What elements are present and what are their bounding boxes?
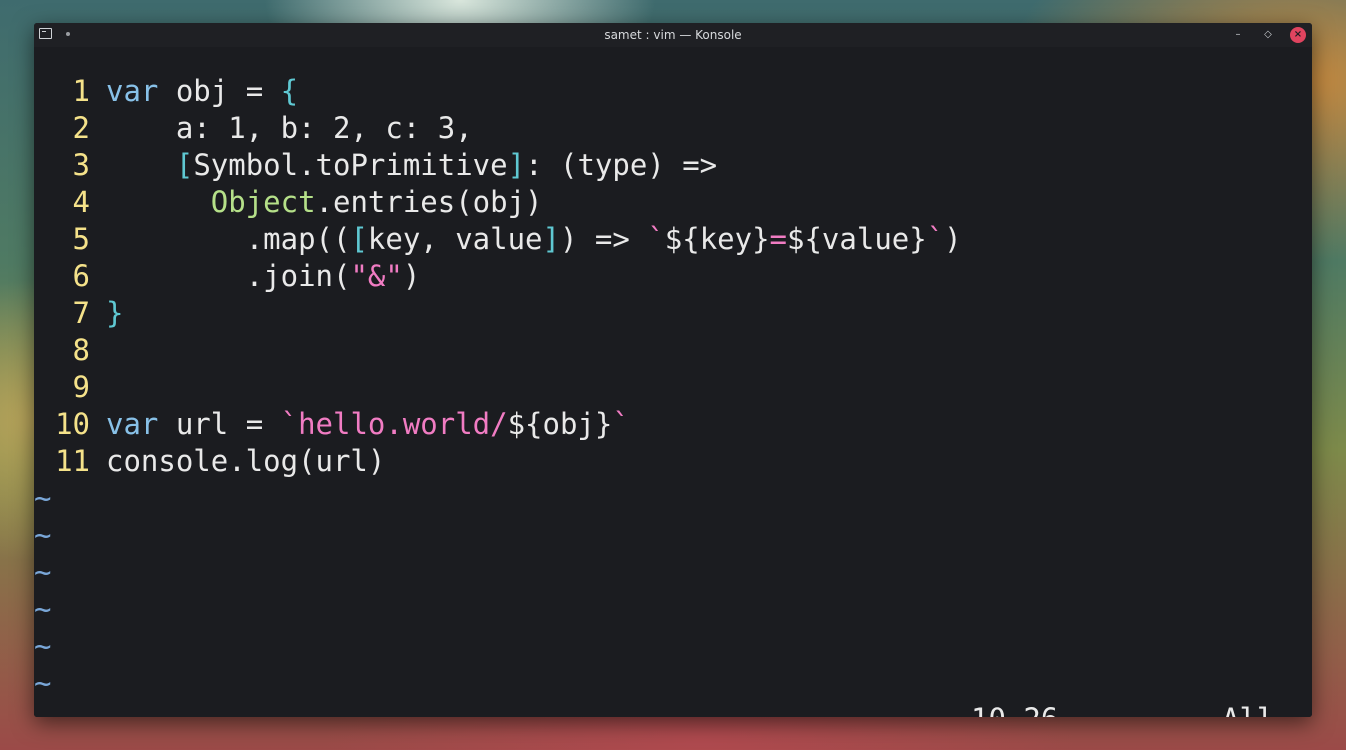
empty-line-marker: ~ xyxy=(34,480,54,517)
tilde-marker: ~ xyxy=(34,555,52,589)
window-title: samet : vim — Konsole xyxy=(604,28,742,42)
line-number: 1 xyxy=(72,74,90,108)
template-tick: ` xyxy=(926,222,945,256)
code-line: 8 xyxy=(34,332,106,369)
code-line: 1 var obj = { xyxy=(34,73,299,110)
code-line: 5 .map(([key, value]) => `${key}=${value… xyxy=(34,221,962,258)
code-text: .entries(obj) xyxy=(315,185,543,219)
string-text: = xyxy=(769,222,788,256)
code-line: 9 xyxy=(34,369,106,406)
bracket: ] xyxy=(542,222,560,256)
code-text: console.log(url) xyxy=(106,444,386,478)
code-text: a: 1, b: 2, c: 3, xyxy=(106,111,473,145)
code-text: ) xyxy=(402,259,421,293)
code-text: url = xyxy=(158,407,281,441)
code-line: 2 a: 1, b: 2, c: 3, xyxy=(34,110,473,147)
terminal-area[interactable]: 1 var obj = { 2 a: 1, b: 2, c: 3, 3 [Symb… xyxy=(34,47,1312,717)
interpolation: ${value} xyxy=(787,222,927,256)
empty-line-marker: ~ xyxy=(34,665,54,702)
tilde-marker: ~ xyxy=(34,666,52,700)
string-literal: "&" xyxy=(350,259,403,293)
empty-line-marker: ~ xyxy=(34,591,54,628)
code-line: 4 Object.entries(obj) xyxy=(34,184,543,221)
bracket: [ xyxy=(350,222,368,256)
line-number: 7 xyxy=(72,296,90,330)
keyword: var xyxy=(106,407,159,441)
code-line: 6 .join("&") xyxy=(34,258,421,295)
tilde-marker: ~ xyxy=(34,481,52,515)
close-button[interactable]: × xyxy=(1290,27,1306,43)
code-line: 3 [Symbol.toPrimitive]: (type) => xyxy=(34,147,718,184)
tilde-marker: ~ xyxy=(34,629,52,663)
line-number: 2 xyxy=(72,111,90,145)
code-text: ) xyxy=(944,222,962,256)
code-text: key, value xyxy=(367,222,543,256)
line-number: 3 xyxy=(72,148,90,182)
line-number: 10 xyxy=(55,407,90,441)
tilde-marker: ~ xyxy=(34,518,52,552)
brace: } xyxy=(106,296,124,330)
maximize-button[interactable]: ◇ xyxy=(1260,27,1276,43)
code-text: .map(( xyxy=(245,222,351,256)
titlebar-buttons: – ◇ × xyxy=(1230,27,1306,43)
template-tick: ` xyxy=(647,222,665,256)
interpolation: ${key} xyxy=(664,222,770,256)
string-text: hello.world/ xyxy=(298,407,508,441)
code-text: obj = xyxy=(158,74,281,108)
code-line: 10 var url = `hello.world/${obj}` xyxy=(34,406,630,443)
minimize-button[interactable]: – xyxy=(1230,27,1246,43)
line-number: 5 xyxy=(72,222,90,256)
scroll-indicator: All xyxy=(1222,701,1274,717)
code-text: Symbol.toPrimitive xyxy=(193,148,508,182)
title-bar[interactable]: samet : vim — Konsole – ◇ × xyxy=(34,23,1312,47)
empty-line-marker: ~ xyxy=(34,554,54,591)
tilde-marker: ~ xyxy=(34,592,52,626)
line-number: 6 xyxy=(72,259,90,293)
bracket: [ xyxy=(175,148,194,182)
konsole-window: samet : vim — Konsole – ◇ × 1 var obj = {… xyxy=(34,23,1312,717)
interpolation: ${obj} xyxy=(507,407,613,441)
line-number: 11 xyxy=(55,444,90,478)
keyword: var xyxy=(106,74,159,108)
code-line: 7} xyxy=(34,295,124,332)
template-tick: ` xyxy=(280,407,299,441)
cursor-position: 10,26 xyxy=(971,701,1058,717)
bracket: ] xyxy=(507,148,526,182)
code-text: : (type) => xyxy=(525,148,718,182)
brace: { xyxy=(280,74,299,108)
empty-line-marker: ~ xyxy=(34,628,54,665)
type-name: Object xyxy=(210,185,316,219)
code-line: 11 console.log(url) xyxy=(34,443,385,480)
empty-line-marker: ~ xyxy=(34,517,54,554)
line-number: 4 xyxy=(72,185,90,219)
line-number: 8 xyxy=(72,333,90,367)
template-tick: ` xyxy=(612,407,630,441)
code-text: ) => xyxy=(560,222,648,256)
code-text: .join( xyxy=(245,259,351,293)
line-number: 9 xyxy=(72,370,90,404)
